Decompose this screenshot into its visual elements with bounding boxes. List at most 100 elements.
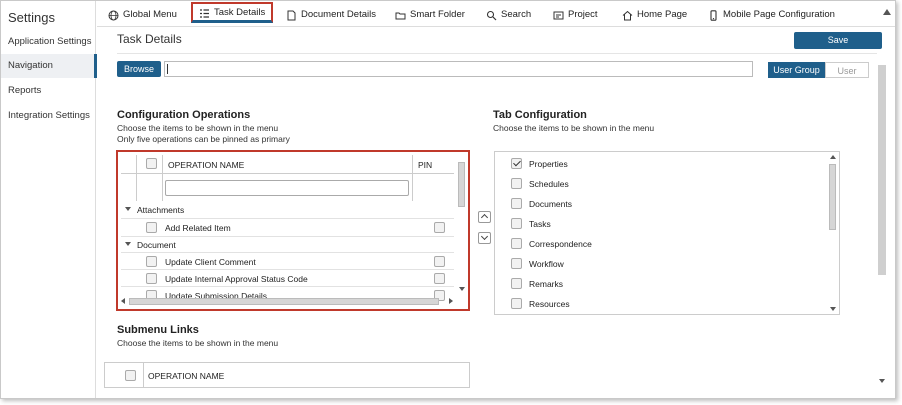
row-checkbox[interactable] (146, 222, 157, 233)
settings-window: Settings Application Settings Navigation… (0, 0, 896, 399)
operations-grid: OPERATION NAME PIN Attachments Add Relat… (116, 150, 470, 311)
document-icon (286, 9, 297, 21)
divider (143, 363, 144, 387)
scroll-right-icon[interactable] (449, 298, 453, 304)
main-content: Task Details Save Browse User Group User… (97, 28, 882, 398)
sidebar-item-application-settings[interactable]: Application Settings (1, 30, 96, 54)
scroll-down-icon[interactable] (459, 287, 465, 291)
divider (162, 155, 163, 201)
scroll-left-icon[interactable] (121, 298, 125, 304)
caret-down-icon[interactable] (125, 207, 131, 211)
pin-header: PIN (418, 160, 433, 170)
sidebar-title: Settings (8, 10, 55, 25)
operation-name-header: OPERATION NAME (148, 371, 225, 381)
tab-global-menu[interactable]: Global Menu (108, 4, 177, 25)
list-item-label: Remarks (529, 279, 564, 289)
remarks-checkbox[interactable] (511, 278, 522, 289)
search-icon (486, 9, 497, 21)
divider (412, 155, 413, 201)
vertical-scrollbar[interactable] (457, 155, 466, 293)
list-item-label: Schedules (529, 179, 569, 189)
chevron-down-icon (480, 232, 489, 241)
user-group-toggle[interactable]: User Group (768, 62, 825, 78)
tasks-checkbox[interactable] (511, 218, 522, 229)
scroll-up-icon[interactable] (830, 155, 836, 159)
project-icon (553, 9, 564, 20)
resources-checkbox[interactable] (511, 298, 522, 309)
sidebar-item-integration-settings[interactable]: Integration Settings (1, 104, 96, 128)
list-item-label: Tasks (529, 219, 551, 229)
list-icon (199, 7, 210, 18)
horizontal-scrollbar[interactable] (121, 297, 454, 306)
path-input[interactable] (164, 61, 753, 77)
scroll-thumb[interactable] (878, 65, 886, 275)
divider (117, 53, 877, 54)
scroll-thumb[interactable] (458, 162, 465, 207)
group-row-document[interactable]: Document (121, 236, 454, 252)
group-label: Document (137, 240, 176, 250)
operation-name: Add Related Item (165, 223, 231, 233)
schedules-checkbox[interactable] (511, 178, 522, 189)
scroll-down-icon[interactable] (879, 379, 885, 383)
scroll-thumb[interactable] (829, 164, 836, 230)
user-toggle[interactable]: User (825, 62, 869, 78)
tab-config-heading: Tab Configuration (493, 109, 587, 121)
save-button[interactable]: Save (794, 32, 882, 49)
sidebar-item-navigation[interactable]: Navigation (1, 54, 97, 78)
pin-checkbox[interactable] (434, 222, 445, 233)
pin-checkbox[interactable] (434, 256, 445, 267)
tab-smart-folder[interactable]: Smart Folder (395, 4, 465, 25)
tab-label: Document Details (301, 9, 376, 20)
page-title: Task Details (117, 32, 182, 46)
tab-label: Home Page (637, 9, 688, 20)
correspondence-checkbox[interactable] (511, 238, 522, 249)
scroll-up-icon[interactable] (883, 9, 891, 15)
page-scrollbar[interactable] (877, 55, 887, 387)
list-item-label: Resources (529, 299, 570, 309)
tab-mobile-page-configuration[interactable]: Mobile Page Configuration (708, 4, 835, 25)
list-item-label: Correspondence (529, 239, 592, 249)
caret-down-icon[interactable] (125, 242, 131, 246)
mobile-icon (708, 9, 719, 21)
tab-label: Project (568, 9, 598, 20)
sidebar-item-reports[interactable]: Reports (1, 79, 96, 103)
text-caret (167, 64, 168, 74)
documents-checkbox[interactable] (511, 198, 522, 209)
tab-label: Smart Folder (410, 9, 465, 20)
tab-project[interactable]: Project (553, 4, 598, 25)
tab-task-details[interactable]: Task Details (191, 2, 274, 23)
pin-checkbox[interactable] (434, 273, 445, 284)
row-checkbox[interactable] (146, 256, 157, 267)
move-down-button[interactable] (478, 232, 491, 244)
list-item-label: Documents (529, 199, 572, 209)
tab-config-list: Properties Schedules Documents Tasks Cor… (494, 151, 840, 315)
scroll-down-icon[interactable] (830, 307, 836, 311)
workflow-checkbox[interactable] (511, 258, 522, 269)
sidebar: Settings Application Settings Navigation… (1, 1, 97, 398)
config-ops-desc-pin: Only five operations can be pinned as pr… (117, 134, 290, 144)
top-nav: Global Menu Task Details Document Detail… (97, 1, 895, 27)
browse-button[interactable]: Browse (117, 61, 161, 77)
group-label: Attachments (137, 205, 185, 215)
submenu-desc: Choose the items to be shown in the menu (117, 338, 279, 348)
move-up-button[interactable] (478, 211, 491, 223)
group-row-attachments[interactable]: Attachments (121, 202, 454, 218)
folder-icon (395, 9, 406, 20)
select-all-checkbox[interactable] (125, 370, 136, 381)
row-checkbox[interactable] (146, 273, 157, 284)
tab-home-page[interactable]: Home Page (622, 4, 687, 25)
operation-filter-input[interactable] (165, 180, 409, 196)
vertical-scrollbar[interactable] (828, 154, 837, 312)
tab-search[interactable]: Search (486, 4, 531, 25)
tab-document-details[interactable]: Document Details (286, 4, 376, 25)
table-row: Add Related Item (121, 218, 454, 235)
tab-label: Global Menu (123, 9, 177, 20)
table-row: Update Client Comment (121, 252, 454, 269)
list-item-label: Properties (529, 159, 568, 169)
scroll-thumb[interactable] (129, 298, 439, 305)
operation-name: Update Client Comment (165, 257, 256, 267)
properties-checkbox[interactable] (511, 158, 522, 169)
table-row: Update Internal Approval Status Code (121, 269, 454, 286)
select-all-checkbox[interactable] (146, 158, 157, 169)
list-item-label: Workflow (529, 259, 564, 269)
